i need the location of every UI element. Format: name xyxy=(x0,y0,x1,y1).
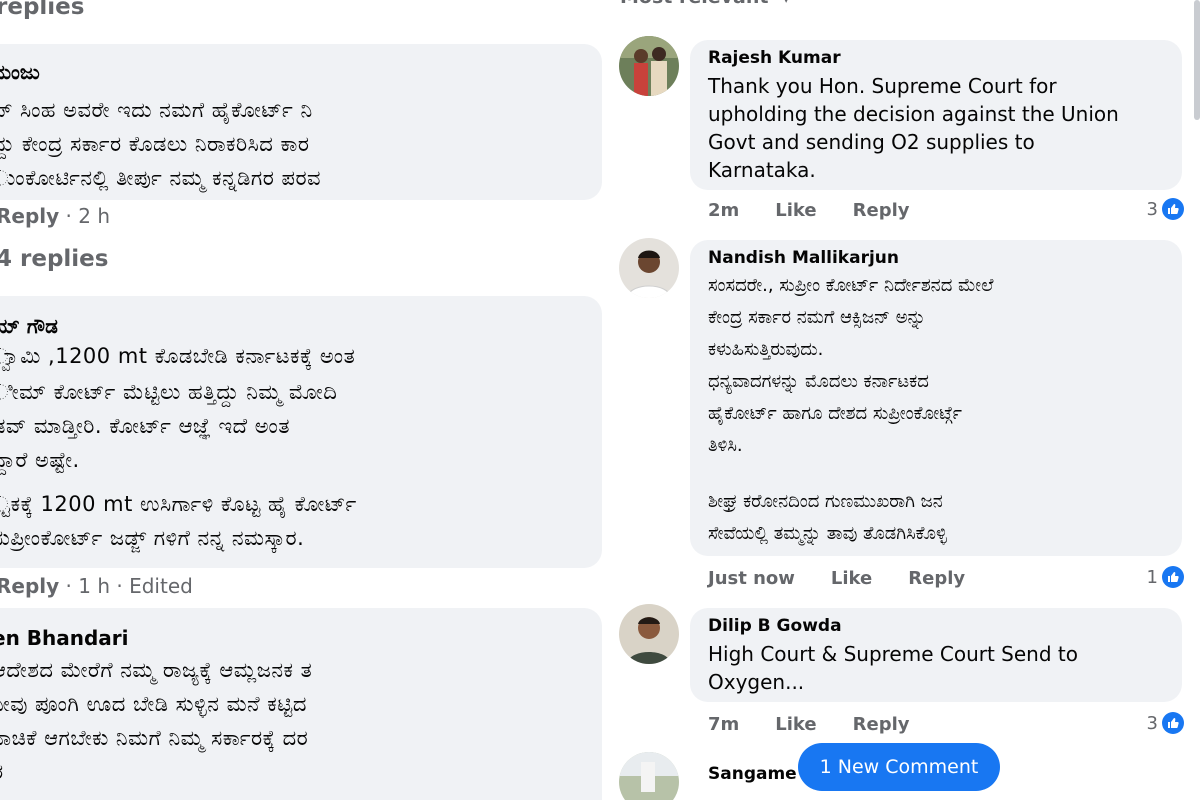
comment-text-line: ಪ್ ಸಿಂಹ ಅವರೇ ಇದು ನಮಗೆ ಹೈಕೋರ್ಟ್ ನಿ xyxy=(0,98,313,122)
like-link[interactable]: Like xyxy=(775,714,816,735)
comment-author[interactable]: Rajesh Kumar xyxy=(708,48,841,68)
comment-meta: Reply · 2 h xyxy=(0,204,110,228)
reply-link[interactable]: Reply xyxy=(0,574,59,598)
comment-meta: Just now Like Reply xyxy=(708,568,1001,589)
sort-dropdown[interactable]: Most relevant ▾ xyxy=(620,0,789,8)
view-replies-link[interactable]: replies xyxy=(0,0,84,20)
new-comment-button[interactable]: 1 New Comment xyxy=(798,743,1000,791)
reaction-count[interactable]: 3 xyxy=(1147,712,1184,734)
comment-text-line: ುಂಕೋರ್ಟಿನಲ್ಲಿ ತೀರ್ಪು ನಮ್ಮ ಕನ್ನಡಿಗರ ಪರವ xyxy=(0,166,322,190)
comment-bubble: Nandish Mallikarjun ಸಂಸದರೇ., ಸುಪ್ರೀಂ ಕೋರ… xyxy=(690,240,1182,556)
comment-text-line: ಸೇವೆಯಲ್ಲಿ ತಮ್ಮನ್ನು ತಾವು ತೊಡಗಿಸಿಕೊಳ್ಳಿ xyxy=(708,523,947,544)
like-link[interactable]: Like xyxy=(775,200,816,221)
comment-text-line: ಕಳುಹಿಸುತ್ತಿರುವುದು. xyxy=(708,339,824,360)
comment-text-line: ಶೀಘ್ರ ಕರೋನದಿಂದ ಗುಣಮುಖರಾಗಿ ಜನ xyxy=(708,491,943,512)
comment-bubble: ಯ್ ಗೌಡ ್ವಾಮಿ ,1200 mt ಕೊಡಬೇಡಿ ಕರ್ನಾಟಕಕ್ಕ… xyxy=(0,296,602,568)
comment-text-line: ್ವಾಮಿ ,1200 mt ಕೊಡಬೇಡಿ ಕರ್ನಾಟಕಕ್ಕೆ ಅಂತ xyxy=(0,344,356,368)
comment-text-line: ್ಟಕಕ್ಕೆ 1200 mt ಉಸಿರ್ಗಾಳಿ ಕೊಟ್ಟ ಹೈ ಕೋರ್ಟ… xyxy=(0,492,357,516)
like-link[interactable]: Like xyxy=(831,568,872,589)
like-thumb-icon xyxy=(1162,566,1184,588)
reaction-count[interactable]: 1 xyxy=(1147,566,1184,588)
avatar[interactable] xyxy=(619,752,679,800)
comment-text-line: High Court & Supreme Court Send to xyxy=(708,642,1078,666)
comment-author[interactable]: Nandish Mallikarjun xyxy=(708,248,899,268)
comment-author[interactable]: en Bhandari xyxy=(0,626,129,650)
like-count: 1 xyxy=(1146,566,1158,588)
reply-link[interactable]: Reply xyxy=(908,568,965,589)
comment-author[interactable]: ಮಂಜು xyxy=(0,60,40,84)
comment-meta: Reply · 1 h · Edited xyxy=(0,574,193,598)
like-count: 3 xyxy=(1146,198,1158,220)
avatar[interactable] xyxy=(619,604,679,664)
comment-meta: 7m Like Reply xyxy=(708,714,945,735)
comment-text-line: ತಿಳಿಸಿ. xyxy=(708,435,743,456)
reply-link[interactable]: Reply xyxy=(853,200,910,221)
comment-author[interactable]: Sangame xyxy=(708,764,797,784)
comment-bubble: Dilip B Gowda High Court & Supreme Court… xyxy=(690,608,1182,702)
comment-text-line: ದ್ದು ಕೇಂದ್ರ ಸರ್ಕಾರ ಕೊಡಲು ನಿರಾಕರಿಸಿದ ಕಾರ xyxy=(0,132,310,156)
comment-text-line: ಸಂಸದರೇ., ಸುಪ್ರೀಂ ಕೋರ್ಟ್ ನಿರ್ದೇಶನದ ಮೇಲೆ xyxy=(708,275,994,296)
chevron-down-icon: ▾ xyxy=(783,0,789,6)
comment-text-line: ನಾಚಿಕೆ ಆಗಬೇಕು ನಿಮಗೆ ನಿಮ್ಮ ಸರ್ಕಾರಕ್ಕೆ ದರ xyxy=(0,726,309,750)
comment-text-line: ರ xyxy=(0,760,4,785)
comment-author[interactable]: Dilip B Gowda xyxy=(708,616,842,636)
left-comment-panel: replies ಮಂಜು ಪ್ ಸಿಂಹ ಅವರೇ ಇದು ನಮಗೆ ಹೈಕೋರ… xyxy=(0,0,602,800)
comment-bubble: ಮಂಜು ಪ್ ಸಿಂಹ ಅವರೇ ಇದು ನಮಗೆ ಹೈಕೋರ್ಟ್ ನಿ ದ… xyxy=(0,44,602,200)
timestamp: 7m xyxy=(708,714,740,735)
comment-text-line: ಹೈಕೋರ್ಟ್ ಹಾಗೂ ದೇಶದ ಸುಪ್ರೀಂಕೋರ್ಟ್ಗೆ xyxy=(708,403,963,424)
right-comment-panel: Most relevant ▾ Rajesh Kumar Thank you H… xyxy=(602,0,1200,800)
comment-text-line: ಧನ್ಯವಾದಗಳನ್ನು ಮೊದಲು ಕರ್ನಾಟಕದ xyxy=(708,371,929,392)
comment-text-line: Govt and sending O2 supplies to xyxy=(708,130,1035,154)
comment-text-line: ನೀವು ಪೂಂಗಿ ಊದ ಬೇಡಿ ಸುಳ್ಳಿನ ಮನೆ ಕಟ್ಟಿದ xyxy=(0,692,307,716)
reply-link[interactable]: Reply xyxy=(0,204,59,228)
comment-text-line: ಆದೇಶದ ಮೇರೆಗೆ ನಮ್ಮ ರಾಜ್ಯಕ್ಕೆ ಆಮ್ಲಜನಕ ತ xyxy=(0,658,313,682)
avatar[interactable] xyxy=(619,36,679,96)
comment-text-line: ಸುಪ್ರೀಂಕೋರ್ಟ್ ಜಡ್ಜ್ ಗಳಿಗೆ ನನ್ನ ನಮಸ್ಕಾರ. xyxy=(0,526,305,550)
comment-bubble: en Bhandari ಆದೇಶದ ಮೇರೆಗೆ ನಮ್ಮ ರಾಜ್ಯಕ್ಕೆ … xyxy=(0,608,602,800)
like-thumb-icon xyxy=(1162,198,1184,220)
comment-meta: 2m Like Reply xyxy=(708,200,945,221)
comment-text-line: Karnataka. xyxy=(708,158,816,182)
sort-label: Most relevant xyxy=(620,0,768,8)
comment-author[interactable]: ಯ್ ಗೌಡ xyxy=(0,314,58,338)
like-count: 3 xyxy=(1146,712,1158,734)
scrollbar[interactable] xyxy=(1194,0,1200,120)
reaction-count[interactable]: 3 xyxy=(1147,198,1184,220)
comment-text-line: ಡವ್ ಮಾಡ್ತೀರಿ. ಕೋರ್ಟ್ ಆಜ್ಞೆ ಇದೆ ಅಂತ xyxy=(0,414,290,438)
comment-text-line: upholding the decision against the Union xyxy=(708,102,1119,126)
timestamp: 2m xyxy=(708,200,740,221)
like-thumb-icon xyxy=(1162,712,1184,734)
timestamp: Just now xyxy=(708,568,795,589)
comment-text-line: Oxygen... xyxy=(708,670,805,694)
timestamp: · 2 h xyxy=(65,204,111,228)
comment-text-line: ೀಮ್ ಕೋರ್ಟ್ ಮೆಟ್ಟಿಲು ಹತ್ತಿದ್ದು ನಿಮ್ಮ ಮೋದಿ xyxy=(0,380,338,404)
comment-text-line: ದ್ದಾರೆ ಅಷ್ಟೇ. xyxy=(0,448,80,472)
comment-text-line: ಕೇಂದ್ರ ಸರ್ಕಾರ ನಮಗೆ ಆಕ್ಸಿಜನ್ ಅನ್ನು xyxy=(708,307,926,328)
avatar[interactable] xyxy=(619,238,679,298)
reply-link[interactable]: Reply xyxy=(853,714,910,735)
comment-bubble: Rajesh Kumar Thank you Hon. Supreme Cour… xyxy=(690,40,1182,190)
comment-text-line: Thank you Hon. Supreme Court for xyxy=(708,74,1057,98)
view-replies-link[interactable]: 4 replies xyxy=(0,246,108,272)
timestamp: · 1 h · Edited xyxy=(65,574,193,598)
